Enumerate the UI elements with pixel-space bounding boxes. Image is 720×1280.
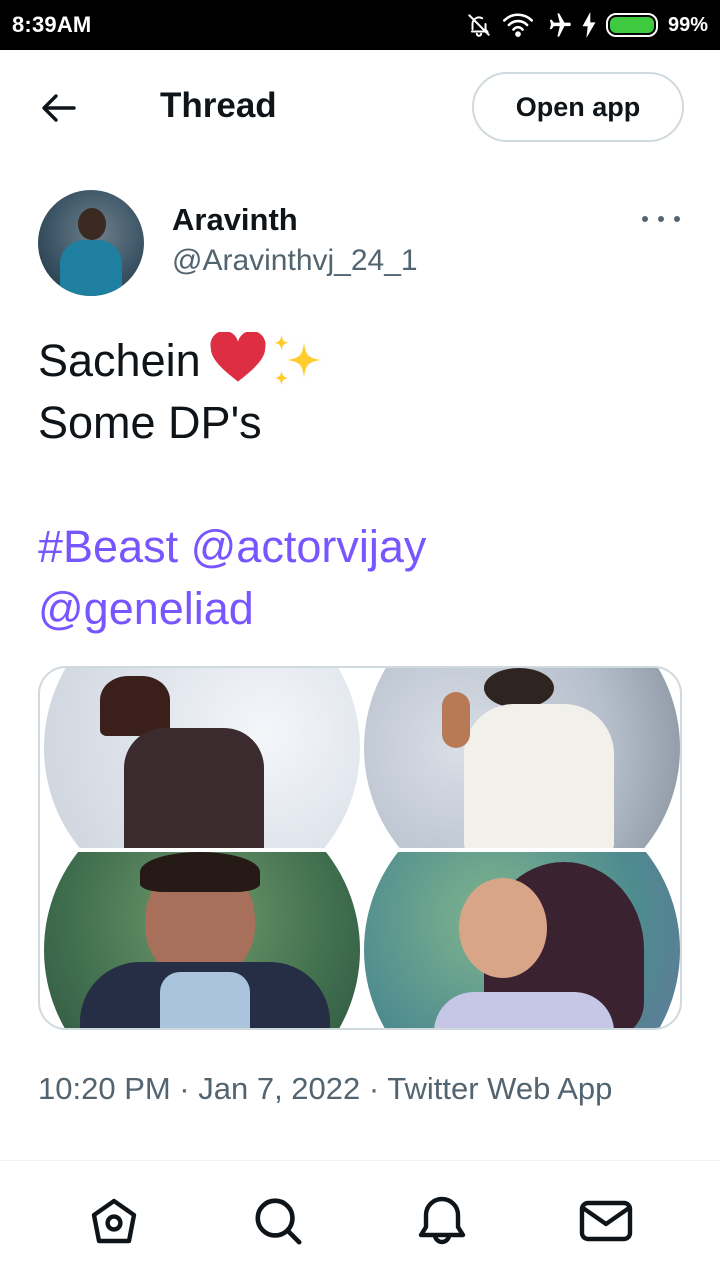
- battery-percent: 99%: [667, 13, 708, 36]
- tweet-text-line2: Some DP's: [38, 397, 262, 448]
- nav-search[interactable]: [238, 1181, 318, 1261]
- red-heart-icon: [210, 332, 266, 382]
- photo-figure: [140, 852, 260, 892]
- nav-home[interactable]: [74, 1181, 154, 1261]
- avatar-torso: [60, 240, 122, 296]
- battery-icon: [605, 13, 658, 37]
- messages-icon: [579, 1200, 633, 1242]
- media-image-2[interactable]: [364, 668, 680, 848]
- nav-notifications[interactable]: [402, 1181, 482, 1261]
- nav-messages[interactable]: [566, 1181, 646, 1261]
- sparkles-icon: [273, 334, 322, 386]
- photo-figure: [434, 992, 614, 1028]
- arrow-left-icon: [42, 94, 76, 122]
- avatar-head: [78, 208, 106, 240]
- back-button[interactable]: [34, 88, 84, 128]
- tweet-line-links-2: @geneliad: [38, 578, 688, 640]
- hashtag-link[interactable]: #Beast: [38, 521, 178, 572]
- thread-header: Thread Open app: [0, 50, 720, 166]
- bell-off-icon: [468, 14, 490, 37]
- status-bar: 8:39AM 99%: [0, 0, 720, 50]
- search-icon: [255, 1198, 302, 1245]
- tweet-timestamp: 10:20 PM · Jan 7, 2022 · Twitter Web App: [38, 1071, 613, 1106]
- notifications-icon: [418, 1196, 466, 1245]
- photo-figure: [442, 692, 470, 748]
- status-icons: 99%: [466, 11, 708, 39]
- charging-icon: [582, 12, 596, 38]
- mention-link[interactable]: @actorvijay: [191, 521, 427, 572]
- tweet-line-1: Sachein: [38, 330, 688, 392]
- tweet-line-links: #Beast @actorvijay: [38, 516, 688, 578]
- photo-figure: [160, 972, 250, 1028]
- mention-link[interactable]: @geneliad: [38, 583, 254, 634]
- media-grid: [38, 666, 682, 1030]
- open-app-button[interactable]: Open app: [472, 72, 684, 142]
- bottom-navigation: [0, 1162, 720, 1280]
- page-title: Thread: [160, 86, 277, 125]
- tweet-author: Aravinth @Aravinthvj_24_1: [38, 190, 688, 300]
- media-image-4[interactable]: [364, 852, 680, 1028]
- home-icon: [91, 1198, 137, 1244]
- tweet-text: Sachein Some DP's #Beast @actorvijay @ge…: [38, 330, 688, 640]
- photo-figure: [464, 704, 614, 848]
- author-handle[interactable]: @Aravinthvj_24_1: [172, 244, 418, 278]
- photo-figure: [124, 728, 264, 848]
- author-name[interactable]: Aravinth: [172, 202, 298, 238]
- wifi-icon: [502, 13, 533, 38]
- dot: [658, 216, 664, 222]
- avatar[interactable]: [38, 190, 144, 296]
- more-options-icon[interactable]: [636, 204, 686, 234]
- photo-figure: [100, 676, 170, 736]
- dot: [674, 216, 680, 222]
- airplane-icon: [549, 13, 571, 37]
- tweet-text-line1: Sachein: [38, 335, 201, 386]
- divider: [0, 1160, 720, 1161]
- photo-figure: [484, 668, 554, 708]
- battery-fill: [609, 17, 654, 33]
- dot: [642, 216, 648, 222]
- media-image-3[interactable]: [40, 852, 360, 1028]
- status-time: 8:39AM: [12, 12, 92, 37]
- photo-figure: [459, 878, 547, 978]
- media-image-1[interactable]: [40, 668, 360, 848]
